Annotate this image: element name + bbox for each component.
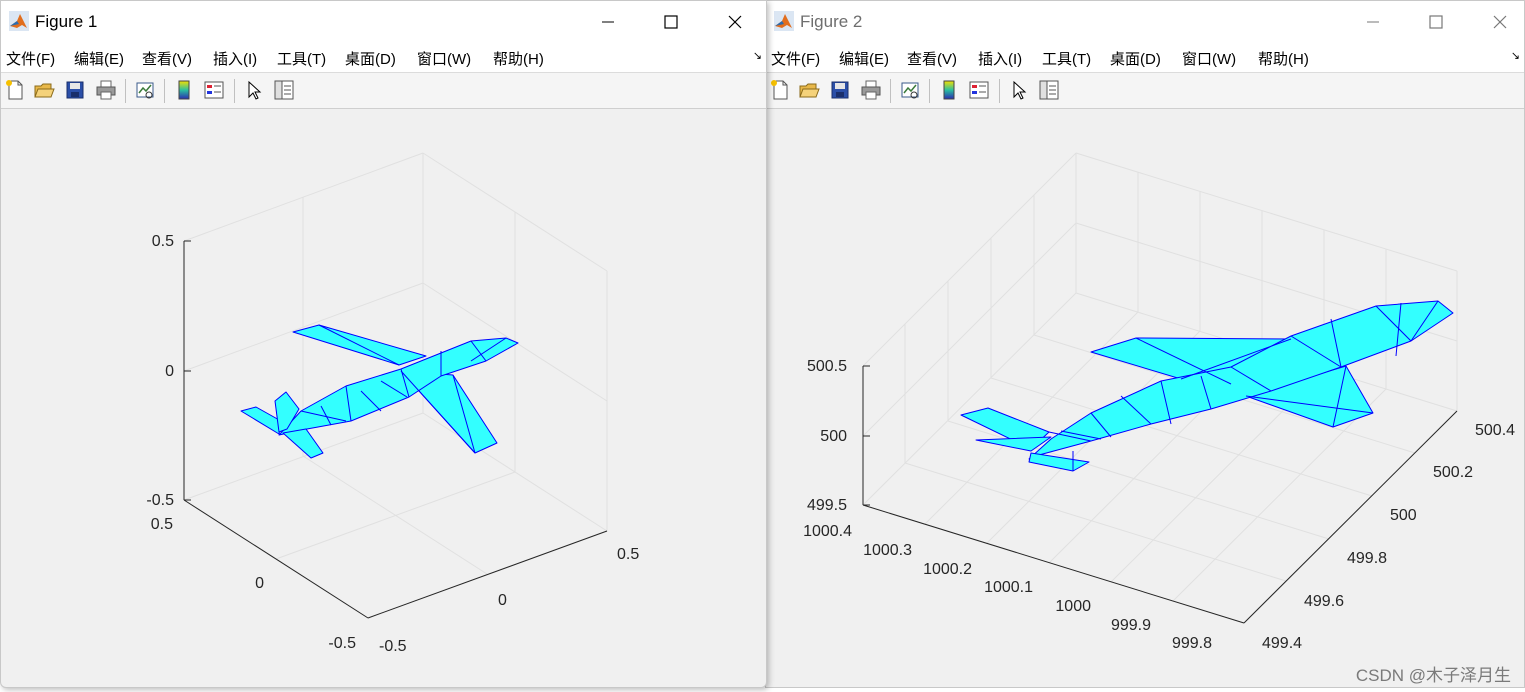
menu-tools[interactable]: 工具(T) <box>1042 48 1091 69</box>
toolbar-separator <box>234 79 235 103</box>
menu-insert[interactable]: 插入(I) <box>213 48 257 69</box>
open-file-icon[interactable] <box>33 79 55 101</box>
airplane-surface <box>240 324 519 459</box>
maximize-icon <box>1429 15 1443 29</box>
minimize-icon <box>602 21 614 23</box>
colorbar-icon[interactable] <box>173 79 195 101</box>
title-bar[interactable]: Figure 1 <box>1 1 766 43</box>
toolbar-separator <box>164 79 165 103</box>
y-tick-label: 0 <box>498 592 507 609</box>
x-tick-label: 1000.2 <box>923 561 972 578</box>
legend-icon[interactable] <box>968 79 990 101</box>
link-plot-icon[interactable] <box>134 79 156 101</box>
legend-icon[interactable] <box>203 79 225 101</box>
menu-overflow-arrow-icon[interactable]: ↘ <box>753 49 762 62</box>
z-tick-label: 500.5 <box>807 358 847 375</box>
menu-edit[interactable]: 编辑(E) <box>839 48 889 69</box>
edit-plot-arrow-icon[interactable] <box>1008 79 1030 101</box>
x-tick-label: 1000.3 <box>863 542 912 559</box>
x-tick-label: -0.5 <box>328 635 356 652</box>
menu-file[interactable]: 文件(F) <box>6 48 55 69</box>
menu-help[interactable]: 帮助(H) <box>1258 48 1309 69</box>
property-inspector-icon[interactable] <box>273 79 295 101</box>
z-tick-label: 0.5 <box>152 233 174 250</box>
x-tick-label: 1000 <box>1055 598 1091 615</box>
link-plot-icon[interactable] <box>899 79 921 101</box>
close-button[interactable] <box>1477 7 1523 37</box>
toolbar-separator <box>929 79 930 103</box>
maximize-icon <box>664 15 678 29</box>
y-tick-label: 0.5 <box>617 546 639 563</box>
x-tick-label: 1000.4 <box>803 523 852 540</box>
x-tick-label: 1000.1 <box>984 579 1033 596</box>
x-tick-label: 0 <box>255 575 264 592</box>
menu-help[interactable]: 帮助(H) <box>493 48 544 69</box>
menu-bar: 文件(F) 编辑(E) 查看(V) 插入(I) 工具(T) 桌面(D) 窗口(W… <box>766 43 1524 73</box>
menu-file[interactable]: 文件(F) <box>771 48 820 69</box>
axis-lines <box>183 240 608 619</box>
y-tick-label: -0.5 <box>379 638 407 655</box>
x-tick-label: 999.8 <box>1172 635 1212 652</box>
property-inspector-icon[interactable] <box>1038 79 1060 101</box>
watermark-text: CSDN @木子泽月生 <box>1355 666 1511 685</box>
matlab-logo-icon <box>774 11 794 31</box>
y-tick-label: 500 <box>1390 507 1417 524</box>
z-tick-label: -0.5 <box>146 492 174 509</box>
menu-view[interactable]: 查看(V) <box>142 48 192 69</box>
minimize-icon <box>1367 21 1379 23</box>
menu-desktop[interactable]: 桌面(D) <box>345 48 396 69</box>
menu-window[interactable]: 窗口(W) <box>1182 48 1236 69</box>
toolbar-separator <box>890 79 891 103</box>
minimize-button[interactable] <box>585 7 631 37</box>
menu-edit[interactable]: 编辑(E) <box>74 48 124 69</box>
toolbar-separator <box>999 79 1000 103</box>
x-tick-label: 0.5 <box>151 516 173 533</box>
y-tick-label: 499.4 <box>1262 635 1302 652</box>
3d-axes-plot[interactable]: 0.5 0 -0.5 0.5 0 -0.5 -0.5 0 0.5 <box>1 109 767 688</box>
open-file-icon[interactable] <box>798 79 820 101</box>
save-icon[interactable] <box>829 79 851 101</box>
figure-2-window: Figure 2 文件(F) 编辑(E) 查看(V) 插入(I) 工具(T) 桌… <box>765 0 1525 688</box>
z-tick-label: 0 <box>165 363 174 380</box>
print-icon[interactable] <box>860 79 882 101</box>
menu-bar: 文件(F) 编辑(E) 查看(V) 插入(I) 工具(T) 桌面(D) 窗口(W… <box>1 43 766 73</box>
close-icon <box>728 15 742 29</box>
figure-1-window: Figure 1 文件(F) 编辑(E) 查看(V) 插入(I) 工具(T) 桌… <box>0 0 767 688</box>
new-figure-icon[interactable] <box>769 79 791 101</box>
print-icon[interactable] <box>95 79 117 101</box>
z-tick-label: 499.5 <box>807 497 847 514</box>
new-figure-icon[interactable] <box>4 79 26 101</box>
airplane-surface <box>960 300 1454 472</box>
menu-tools[interactable]: 工具(T) <box>277 48 326 69</box>
maximize-button[interactable] <box>648 7 694 37</box>
toolbar <box>766 73 1524 109</box>
menu-window[interactable]: 窗口(W) <box>417 48 471 69</box>
close-button[interactable] <box>712 7 758 37</box>
close-icon <box>1493 15 1507 29</box>
z-tick-label: 500 <box>820 428 847 445</box>
y-tick-label: 500.4 <box>1475 422 1515 439</box>
colorbar-icon[interactable] <box>938 79 960 101</box>
title-bar[interactable]: Figure 2 <box>766 1 1524 43</box>
save-icon[interactable] <box>64 79 86 101</box>
minimize-button[interactable] <box>1350 7 1396 37</box>
menu-insert[interactable]: 插入(I) <box>978 48 1022 69</box>
y-tick-label: 500.2 <box>1433 464 1473 481</box>
menu-view[interactable]: 查看(V) <box>907 48 957 69</box>
y-tick-label: 499.8 <box>1347 550 1387 567</box>
edit-plot-arrow-icon[interactable] <box>243 79 265 101</box>
window-title: Figure 2 <box>800 12 863 31</box>
x-tick-label: 999.9 <box>1111 617 1151 634</box>
toolbar <box>1 73 766 109</box>
maximize-button[interactable] <box>1413 7 1459 37</box>
matlab-logo-icon <box>9 11 29 31</box>
menu-desktop[interactable]: 桌面(D) <box>1110 48 1161 69</box>
y-tick-label: 499.6 <box>1304 593 1344 610</box>
3d-axes-plot[interactable]: 500.5 500 499.5 1000.4 1000.3 1000.2 100… <box>766 109 1525 688</box>
window-title: Figure 1 <box>35 12 98 31</box>
toolbar-separator <box>125 79 126 103</box>
menu-overflow-arrow-icon[interactable]: ↘ <box>1511 49 1520 62</box>
